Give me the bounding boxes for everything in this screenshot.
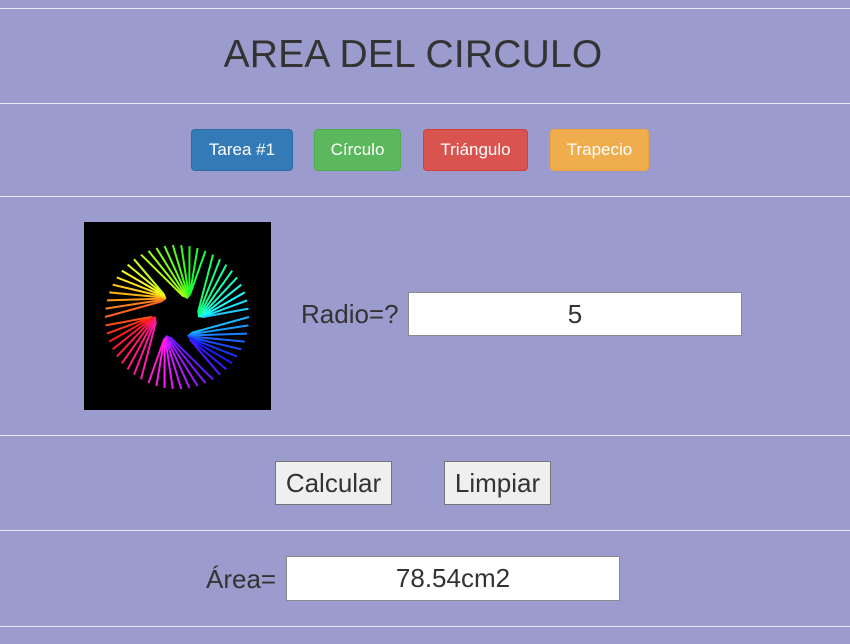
nav-button-circulo[interactable]: Círculo xyxy=(314,129,401,171)
page-title: AREA DEL CIRCULO xyxy=(223,33,603,76)
calculate-button[interactable]: Calcular xyxy=(275,461,392,505)
divider xyxy=(0,103,850,104)
divider xyxy=(0,626,850,627)
divider xyxy=(0,196,850,197)
color-spiral-icon xyxy=(104,244,250,390)
radius-label: Radio=? xyxy=(301,299,399,329)
spiral-ray xyxy=(189,250,207,295)
divider xyxy=(0,530,850,531)
nav-button-triangulo[interactable]: Triángulo xyxy=(423,129,528,171)
spiral-ray xyxy=(147,339,165,384)
clear-button[interactable]: Limpiar xyxy=(444,461,551,505)
area-output[interactable] xyxy=(286,556,620,601)
divider xyxy=(0,8,850,9)
divider xyxy=(0,435,850,436)
nav-button-trapecio[interactable]: Trapecio xyxy=(550,129,649,171)
nav-button-tarea-1[interactable]: Tarea #1 xyxy=(191,129,293,171)
spiral-center xyxy=(156,296,198,338)
page: AREA DEL CIRCULO Tarea #1 Círculo Triáng… xyxy=(0,0,850,644)
radius-input[interactable] xyxy=(408,292,742,336)
circle-illustration xyxy=(84,222,271,410)
spiral-ray xyxy=(188,247,199,296)
spiral-ray xyxy=(155,338,166,387)
area-label: Área= xyxy=(206,564,277,594)
